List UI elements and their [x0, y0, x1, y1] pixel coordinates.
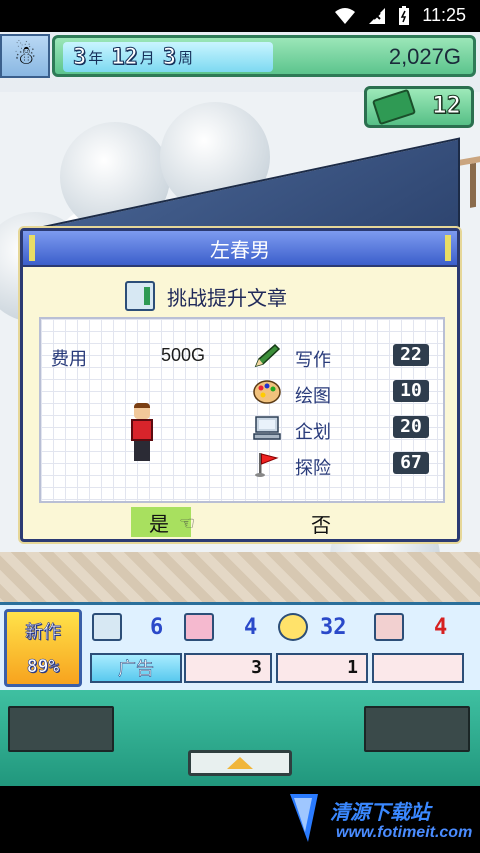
control-bar — [0, 690, 480, 786]
pointing-hand-icon: ☜ — [179, 513, 196, 534]
arrow-up-icon — [227, 757, 253, 769]
stat-row-drawing: 绘图 10 — [253, 379, 433, 409]
watermark-logo-icon — [290, 794, 318, 842]
character-name: 左春男 — [23, 231, 457, 267]
ad-stat-cell: 3 — [184, 653, 272, 683]
month-unit: 月 — [139, 48, 155, 67]
stat-label: 绘图 — [295, 386, 331, 407]
status-icons: 11:25 — [334, 5, 466, 26]
expand-menu-button[interactable] — [188, 750, 292, 776]
battery-icon — [399, 5, 410, 25]
computer-icon — [253, 416, 281, 440]
no-button[interactable]: 否 — [311, 509, 331, 538]
pencil-icon — [254, 343, 281, 368]
top-hud: ☃ 3 年 12 月 3 周 2,027G — [0, 32, 480, 80]
book-count-button[interactable]: 12 — [364, 86, 474, 128]
wifi-icon — [335, 7, 356, 24]
stat-value: 22 — [393, 344, 429, 366]
stat-row-planning: 企划 20 — [253, 415, 433, 445]
week-value: 3 — [162, 44, 177, 70]
stat-row-writing: 写作 22 — [253, 343, 433, 373]
ad-stat-cell: 1 — [276, 653, 368, 683]
count-value: 4 — [244, 614, 258, 640]
count-value: 6 — [150, 614, 164, 640]
date-bar: 3 年 12 月 3 周 2,027G — [52, 35, 476, 77]
notebook-icon — [125, 281, 155, 311]
signal-icon — [369, 7, 386, 24]
watermark-url: www.fotimeit.com — [336, 824, 473, 841]
stat-label: 探险 — [295, 458, 331, 479]
stat-row-adventure: 探险 67 — [253, 451, 433, 481]
watermark: 清源下载站 www.fotimeit.com — [0, 786, 480, 853]
camera-icon — [184, 613, 214, 641]
flag-icon — [255, 453, 279, 477]
ad-stat-cell-empty — [372, 653, 464, 683]
new-work-label: 新作 — [25, 622, 62, 644]
week-unit: 周 — [178, 48, 194, 67]
stat-label: 企划 — [295, 422, 331, 443]
book-icon — [371, 88, 417, 126]
stat-value: 10 — [393, 380, 429, 402]
notebook-count[interactable]: 6 — [92, 613, 163, 641]
stat-value: 20 — [393, 416, 429, 438]
count-value: 32 — [320, 614, 347, 640]
character-sprite — [127, 403, 157, 463]
smiley-icon — [278, 613, 308, 641]
floor-tiles — [0, 552, 480, 602]
new-work-percent: 89% — [26, 656, 60, 678]
printer-icon — [374, 613, 404, 641]
ad-value: 1 — [347, 657, 358, 678]
new-work-button[interactable]: 新作 89% — [4, 609, 82, 687]
challenge-dialog: 左春男 挑战提升文章 费用 500G 写作 22 绘图 10 企划 20 探险 … — [20, 228, 460, 542]
stat-value: 67 — [393, 452, 429, 474]
camera-count[interactable]: 4 — [184, 613, 257, 641]
month-value: 12 — [111, 44, 138, 70]
printer-count[interactable]: 4 — [374, 613, 447, 641]
ad-value: 3 — [251, 657, 262, 678]
fee-value: 500G — [161, 345, 206, 365]
stats-panel: 费用 500G 写作 22 绘图 10 企划 20 探险 67 — [39, 317, 445, 503]
palette-icon — [253, 380, 281, 404]
status-bar: 11:25 — [0, 0, 480, 32]
date-display: 3 年 12 月 3 周 — [63, 42, 273, 72]
gold-amount: 2,027G — [388, 44, 461, 69]
book-count: 12 — [432, 91, 462, 120]
count-value: 4 — [434, 614, 448, 640]
advertising-button[interactable]: 广告 — [90, 653, 182, 683]
stat-label: 写作 — [295, 350, 331, 371]
smiley-count[interactable]: 32 — [278, 613, 347, 641]
fee-label: 费用 — [51, 349, 87, 370]
right-action-button[interactable] — [364, 706, 470, 752]
watermark-title: 清源下载站 — [330, 800, 430, 824]
notebook-icon — [92, 613, 122, 641]
task-label: 挑战提升文章 — [167, 285, 287, 310]
snowman-icon[interactable]: ☃ — [0, 34, 50, 78]
task-header: 挑战提升文章 — [125, 281, 287, 311]
year-value: 3 — [72, 44, 87, 70]
year-unit: 年 — [88, 48, 104, 67]
status-time: 11:25 — [422, 5, 466, 25]
left-action-button[interactable] — [8, 706, 114, 752]
bottom-hud: 新作 89% 6 4 32 4 广告 3 1 — [0, 602, 480, 690]
